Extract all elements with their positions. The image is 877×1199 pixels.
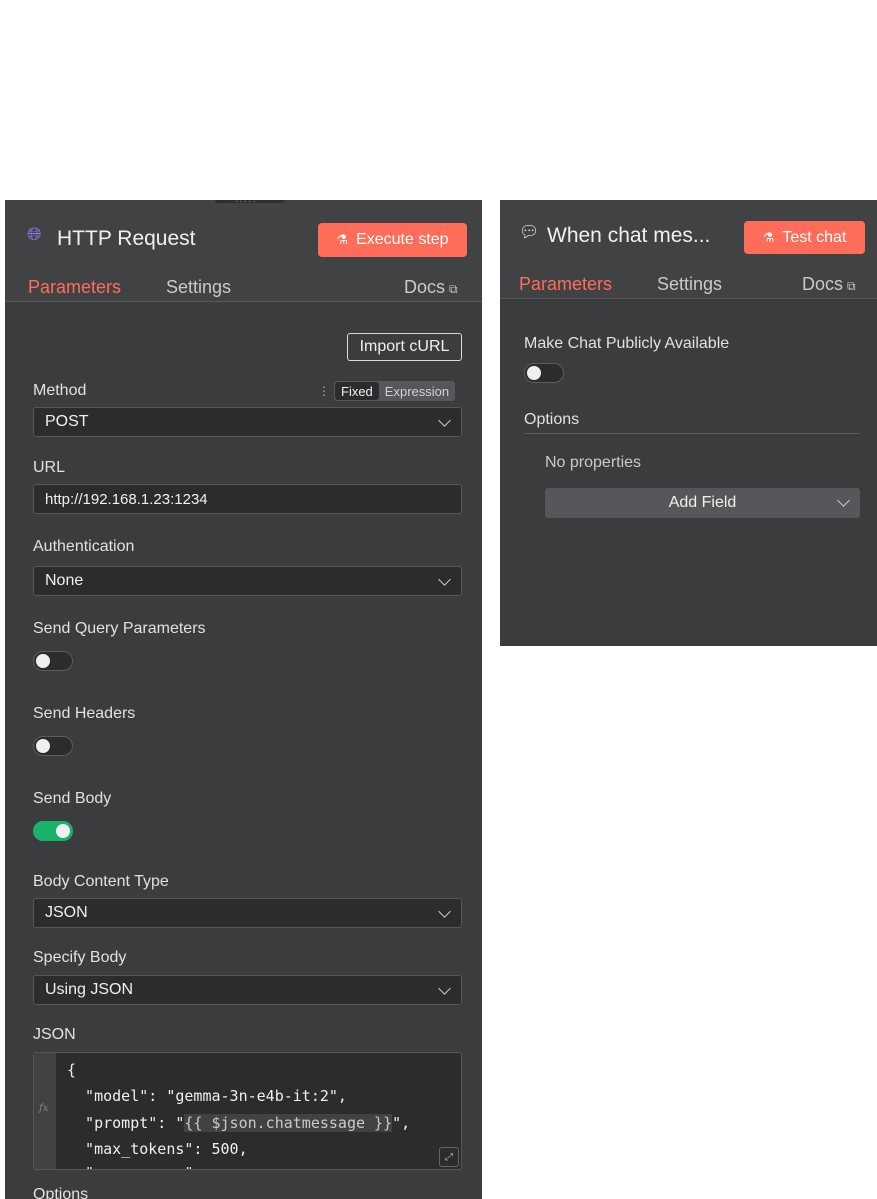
- parameters-body: Import cURL Method ⋮ Fixed Expression PO…: [5, 302, 482, 1199]
- chevron-down-icon: [438, 905, 451, 918]
- code-line: " ": [67, 1164, 193, 1169]
- execute-step-label: Execute step: [356, 231, 449, 248]
- code-token: "prompt": ": [67, 1114, 185, 1132]
- test-chat-label: Test chat: [782, 228, 847, 246]
- docs-label: Docs: [802, 274, 844, 294]
- tab-docs[interactable]: Docs ⧉: [404, 277, 458, 298]
- json-label: JSON: [33, 1026, 76, 1043]
- code-token: ",: [392, 1114, 411, 1132]
- code-line: {: [67, 1061, 77, 1079]
- add-field-label: Add Field: [668, 494, 737, 511]
- method-value: POST: [45, 413, 89, 430]
- specify-body-value: Using JSON: [45, 981, 134, 998]
- fixed-option[interactable]: Fixed: [335, 382, 379, 400]
- code-line: "prompt": "{{ $json.chatmessage }}",: [67, 1114, 410, 1132]
- flask-icon: ⚗︎: [336, 232, 349, 247]
- options-label: Options: [33, 1186, 89, 1199]
- node-title: HTTP Request: [57, 227, 196, 250]
- body-content-type-value: JSON: [45, 904, 88, 921]
- make-public-toggle[interactable]: [524, 363, 564, 383]
- chevron-down-icon: [837, 494, 850, 507]
- code-line: "max_tokens": 500,: [67, 1140, 248, 1158]
- globe-icon: 🌐︎: [27, 224, 42, 244]
- drag-dots-icon: ·····: [235, 200, 257, 207]
- execute-step-button[interactable]: ⚗︎ Execute step: [318, 223, 467, 257]
- tab-parameters[interactable]: Parameters: [28, 277, 121, 298]
- chevron-down-icon: [438, 414, 451, 427]
- chat-bubbles-icon: 💬︎: [519, 224, 540, 241]
- method-label: Method: [33, 382, 87, 399]
- http-request-panel: ····· 🌐︎ HTTP Request ⚗︎ Execute step Pa…: [5, 200, 482, 1199]
- options-kebab-icon[interactable]: ⋮: [318, 384, 330, 398]
- parameters-body: Make Chat Publicly Available Options No …: [500, 299, 877, 646]
- authentication-label: Authentication: [33, 538, 135, 555]
- expand-editor-icon[interactable]: ⤢: [439, 1147, 459, 1167]
- external-link-icon: ⧉: [847, 279, 856, 293]
- fixed-expression-toggle[interactable]: Fixed Expression: [334, 381, 456, 401]
- chevron-down-icon: [438, 573, 451, 586]
- send-query-toggle[interactable]: [33, 651, 73, 671]
- expression-option[interactable]: Expression: [379, 382, 455, 400]
- specify-body-label: Specify Body: [33, 949, 127, 966]
- tab-settings[interactable]: Settings: [657, 274, 722, 295]
- send-body-toggle[interactable]: [33, 821, 73, 841]
- send-body-label: Send Body: [33, 790, 112, 807]
- docs-label: Docs: [404, 277, 446, 297]
- no-properties-text: No properties: [545, 454, 642, 471]
- expression-highlight: {{ $json.chatmessage }}: [184, 1114, 393, 1132]
- send-headers-label: Send Headers: [33, 705, 136, 722]
- flask-icon: ⚗︎: [762, 229, 775, 245]
- options-label: Options: [524, 411, 580, 428]
- specify-body-select[interactable]: Using JSON: [33, 975, 462, 1005]
- body-content-type-select[interactable]: JSON: [33, 898, 462, 928]
- test-chat-button[interactable]: ⚗︎ Test chat: [744, 221, 865, 254]
- method-select[interactable]: POST: [33, 407, 462, 437]
- tab-settings[interactable]: Settings: [166, 277, 231, 298]
- toggle-knob: [36, 654, 50, 668]
- url-input[interactable]: http://192.168.1.23:1234: [33, 484, 462, 514]
- import-curl-button[interactable]: Import cURL: [347, 333, 462, 361]
- code-line: "model": "gemma-3n-e4b-it:2",: [67, 1087, 347, 1105]
- send-headers-toggle[interactable]: [33, 736, 73, 756]
- fx-icon: fx: [39, 1103, 49, 1114]
- toggle-knob: [527, 366, 541, 380]
- json-code-editor[interactable]: fx { "model": "gemma-3n-e4b-it:2", "prom…: [33, 1052, 462, 1170]
- authentication-value: None: [45, 572, 84, 589]
- url-value: http://192.168.1.23:1234: [45, 490, 208, 508]
- tab-parameters[interactable]: Parameters: [519, 274, 612, 295]
- authentication-select[interactable]: None: [33, 566, 462, 596]
- url-label: URL: [33, 459, 66, 476]
- chevron-down-icon: [438, 982, 451, 995]
- external-link-icon: ⧉: [449, 282, 458, 296]
- tab-docs[interactable]: Docs ⧉: [802, 274, 856, 295]
- make-public-label: Make Chat Publicly Available: [524, 335, 730, 352]
- body-content-type-label: Body Content Type: [33, 873, 169, 890]
- options-divider: [524, 433, 860, 434]
- chat-trigger-panel: 💬︎ When chat mes... ⚗︎ Test chat Paramet…: [500, 200, 877, 646]
- parameter-tabs: Parameters Settings Docs ⧉: [500, 267, 877, 305]
- add-field-button[interactable]: Add Field: [545, 488, 860, 518]
- toggle-knob: [56, 824, 70, 838]
- parameter-tabs: Parameters Settings Docs ⧉: [5, 270, 482, 308]
- send-query-label: Send Query Parameters: [33, 620, 206, 637]
- toggle-knob: [36, 739, 50, 753]
- node-title: When chat mes...: [547, 224, 711, 247]
